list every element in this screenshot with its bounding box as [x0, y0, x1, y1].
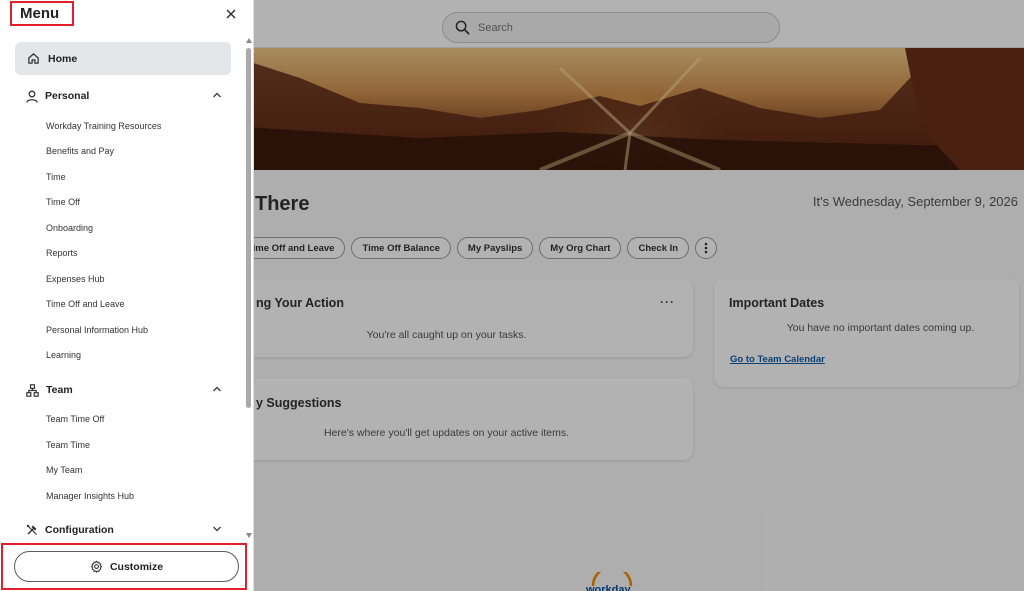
- menu-subitem-expenses-hub[interactable]: Expenses Hub: [46, 274, 105, 284]
- menu-scroll-area[interactable]: Home Personal Workday Training Resources…: [0, 38, 244, 540]
- menu-title-highlight: Menu: [10, 1, 74, 26]
- menu-section-team[interactable]: Team: [26, 380, 226, 400]
- menu-subitem-learning[interactable]: Learning: [46, 350, 81, 360]
- chevron-down-icon: [213, 526, 221, 532]
- home-icon: [28, 53, 39, 64]
- menu-subitem-onboarding[interactable]: Onboarding: [46, 223, 93, 233]
- menu-item-home[interactable]: Home: [15, 42, 231, 75]
- scrollbar-thumb[interactable]: [246, 48, 251, 408]
- menu-subitem-time[interactable]: Time: [46, 172, 66, 182]
- org-chart-icon: [26, 383, 39, 397]
- menu-subitem-benefits-and-pay[interactable]: Benefits and Pay: [46, 146, 114, 156]
- section-label: Personal: [45, 90, 90, 102]
- section-label: Team: [46, 384, 73, 396]
- menu-subitem-my-team[interactable]: My Team: [46, 465, 82, 475]
- gear-icon: [90, 560, 103, 573]
- customize-label: Customize: [109, 560, 164, 573]
- close-icon: [226, 9, 236, 19]
- section-label: Configuration: [45, 524, 114, 536]
- scroll-down-arrow[interactable]: [246, 533, 252, 538]
- menu-subitem-team-time[interactable]: Team Time: [46, 440, 90, 450]
- menu-drawer: Menu Home Personal Workday Training Reso…: [0, 0, 254, 591]
- scroll-up-arrow[interactable]: [246, 38, 252, 43]
- customize-button[interactable]: Customize: [14, 551, 239, 582]
- tools-icon: [26, 524, 37, 535]
- menu-item-label: Home: [48, 52, 78, 65]
- close-menu-button[interactable]: [222, 5, 240, 23]
- menu-section-configuration[interactable]: Configuration: [26, 520, 226, 540]
- menu-subitem-workday-training-resources[interactable]: Workday Training Resources: [46, 121, 161, 131]
- menu-subitem-manager-insights-hub[interactable]: Manager Insights Hub: [46, 491, 134, 501]
- menu-subitem-time-off-and-leave[interactable]: Time Off and Leave: [46, 299, 125, 309]
- menu-subitem-team-time-off[interactable]: Team Time Off: [46, 414, 104, 424]
- person-icon: [26, 90, 38, 103]
- menu-section-personal[interactable]: Personal: [26, 86, 226, 106]
- menu-title: Menu: [20, 5, 60, 22]
- chevron-up-icon: [213, 386, 221, 392]
- chevron-up-icon: [213, 92, 221, 98]
- menu-subitem-time-off[interactable]: Time Off: [46, 197, 80, 207]
- menu-subitem-reports[interactable]: Reports: [46, 248, 78, 258]
- menu-subitem-personal-information-hub[interactable]: Personal Information Hub: [46, 325, 148, 335]
